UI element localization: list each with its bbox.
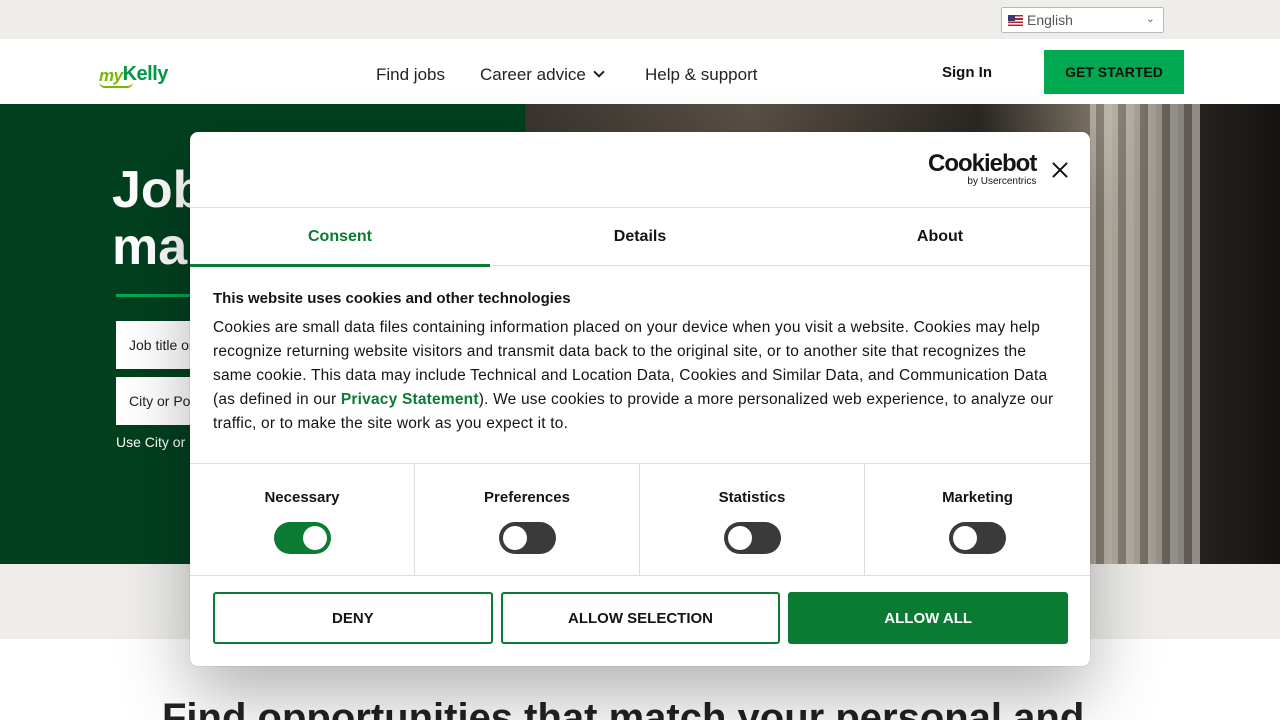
toggle-cell-necessary: Necessary xyxy=(190,464,415,576)
toggle-marketing[interactable] xyxy=(949,522,1006,554)
toggle-cell-marketing: Marketing xyxy=(865,464,1090,576)
toggle-cell-preferences: Preferences xyxy=(415,464,640,576)
dialog-header: Cookiebot by Usercentrics xyxy=(190,132,1090,208)
consent-toggles: Necessary Preferences Statistics Marketi… xyxy=(190,463,1090,576)
cookiebot-brand-sub: by Usercentrics xyxy=(967,176,1037,187)
toggle-label-necessary: Necessary xyxy=(264,489,340,506)
cookie-overlay: Cookiebot by Usercentrics Consent Detail… xyxy=(0,0,1280,720)
toggle-label-marketing: Marketing xyxy=(942,489,1013,506)
dialog-buttons: DENY ALLOW SELECTION ALLOW ALL xyxy=(213,592,1069,644)
close-icon[interactable] xyxy=(1050,160,1070,180)
toggle-preferences[interactable] xyxy=(499,522,556,554)
cookiebot-brand: Cookiebot xyxy=(928,150,1037,177)
dialog-body: This website uses cookies and other tech… xyxy=(213,290,1068,436)
toggle-cell-statistics: Statistics xyxy=(640,464,865,576)
dialog-heading: This website uses cookies and other tech… xyxy=(213,290,571,307)
toggle-knob xyxy=(728,526,752,550)
tab-consent[interactable]: Consent xyxy=(190,208,490,267)
toggle-label-preferences: Preferences xyxy=(484,489,570,506)
cookiebot-logo: Cookiebot by Usercentrics xyxy=(928,150,1037,188)
toggle-necessary[interactable] xyxy=(274,522,331,554)
toggle-statistics[interactable] xyxy=(724,522,781,554)
allow-selection-button[interactable]: ALLOW SELECTION xyxy=(500,592,781,644)
dialog-description: Cookies are small data files containing … xyxy=(213,316,1068,436)
toggle-label-statistics: Statistics xyxy=(718,489,786,506)
toggle-knob xyxy=(503,526,527,550)
toggle-knob xyxy=(953,526,977,550)
toggle-knob xyxy=(303,526,327,550)
tab-about[interactable]: About xyxy=(790,208,1090,266)
cookie-dialog: Cookiebot by Usercentrics Consent Detail… xyxy=(190,132,1090,666)
tab-details[interactable]: Details xyxy=(490,208,790,266)
deny-button[interactable]: DENY xyxy=(213,592,493,644)
privacy-statement-link[interactable]: Privacy Statement xyxy=(341,391,479,408)
dialog-tabs: Consent Details About xyxy=(190,208,1090,267)
allow-all-button[interactable]: ALLOW ALL xyxy=(788,592,1069,644)
